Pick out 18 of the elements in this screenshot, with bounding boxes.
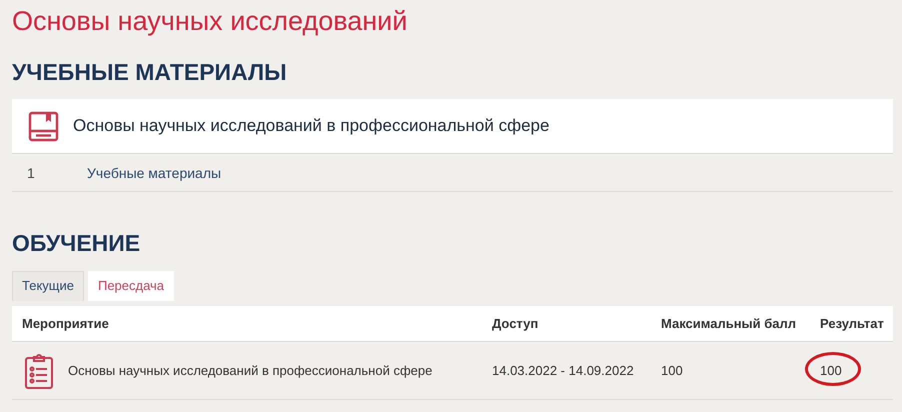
activity-name: Основы научных исследований в профессиональной сфере xyxy=(68,363,432,378)
tab[interactable]: Текущие xyxy=(12,271,84,301)
material-link[interactable]: Учебные материалы xyxy=(87,164,222,180)
column-header: Мероприятие xyxy=(21,316,110,331)
page-title: Основы научных исследований xyxy=(12,6,408,37)
tab[interactable]: Пересдача xyxy=(88,271,174,301)
column-header: Результат xyxy=(819,316,885,331)
course-title: Основы научных исследований в профессиональной сфере xyxy=(73,116,550,136)
result-score: 100 xyxy=(820,363,842,378)
access-dates: 14.03.2022 - 14.09.2022 xyxy=(491,363,635,378)
section-heading: УЧЕБНЫЕ МАТЕРИАЛЫ xyxy=(12,59,288,86)
max-score: 100 xyxy=(660,363,684,378)
item-number: 1 xyxy=(26,164,36,180)
column-header: Доступ xyxy=(491,316,540,331)
section-heading: ОБУЧЕНИЕ xyxy=(12,230,142,257)
book-icon xyxy=(28,110,59,142)
clipboard-list-icon xyxy=(24,352,54,388)
column-header: Максимальный балл xyxy=(660,316,798,331)
